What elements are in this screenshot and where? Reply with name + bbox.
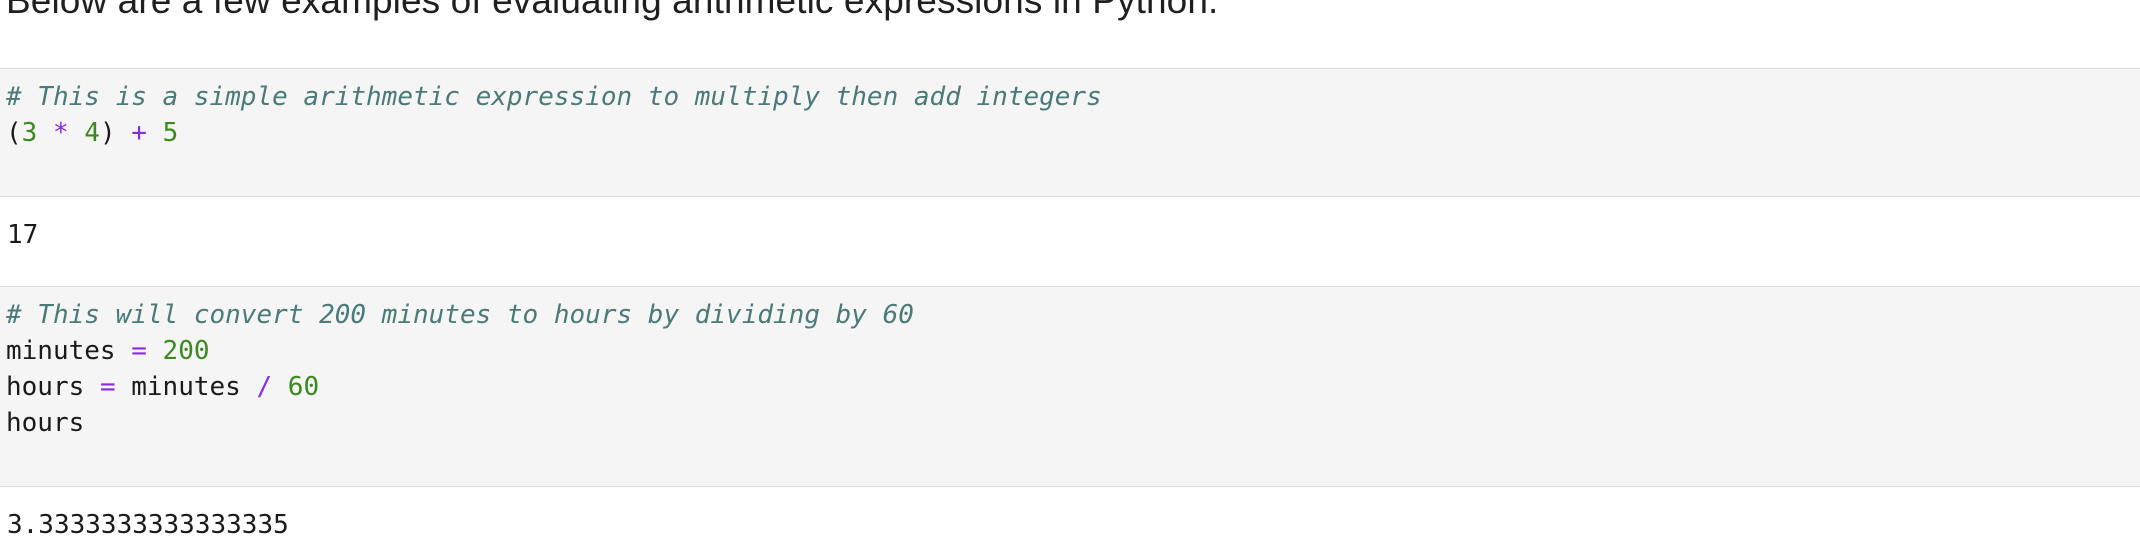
number-literal: 3 [21, 118, 38, 148]
code-cell-1[interactable]: # This is a simple arithmetic expression… [0, 68, 2140, 197]
intro-heading: Below are a few examples of evaluating a… [6, 0, 1219, 21]
output-cell-2: 3.3333333333333335 [0, 487, 2140, 544]
assign-operator: = [131, 336, 147, 366]
code-line: minutes = 200 [6, 333, 914, 369]
code-comment: # This is a simple arithmetic expression… [6, 82, 1102, 112]
paren-open: ( [6, 118, 22, 148]
code-block-1: # This is a simple arithmetic expression… [6, 79, 1102, 151]
code-line: hours = minutes / 60 [6, 369, 914, 405]
output-text-2: 3.3333333333333335 [7, 510, 289, 540]
multiply-operator: * [52, 118, 69, 148]
code-cell-2[interactable]: # This will convert 200 minutes to hours… [0, 286, 2140, 487]
variable-name: minutes [6, 336, 116, 366]
code-line: (3 * 4) + 5 [6, 115, 1102, 151]
variable-name: hours [6, 408, 85, 438]
code-block-2: # This will convert 200 minutes to hours… [6, 297, 914, 441]
code-comment: # This will convert 200 minutes to hours… [6, 300, 914, 330]
add-operator: + [131, 118, 147, 148]
assign-operator: = [99, 372, 116, 402]
paren-close: ) [99, 118, 116, 148]
output-text-1: 17 [7, 220, 39, 250]
number-literal: 4 [84, 118, 100, 148]
code-line: hours [6, 405, 914, 441]
code-line: # This is a simple arithmetic expression… [6, 79, 1102, 115]
code-line: # This will convert 200 minutes to hours… [6, 297, 914, 333]
divide-operator: / [256, 372, 273, 402]
variable-name: minutes [131, 372, 241, 402]
output-cell-1: 17 [0, 197, 2140, 286]
variable-name: hours [6, 372, 85, 402]
number-literal: 60 [287, 372, 320, 402]
number-literal: 200 [162, 336, 210, 366]
number-literal: 5 [162, 118, 179, 148]
